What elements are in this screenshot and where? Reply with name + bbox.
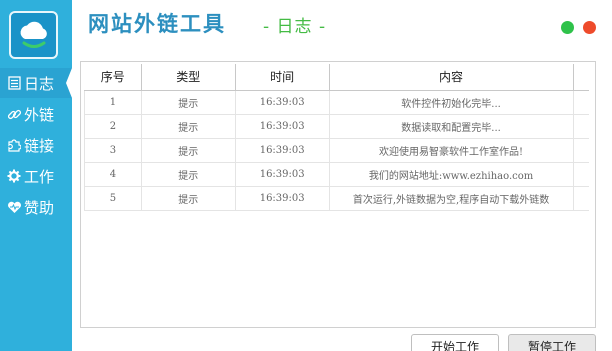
cell-spacer — [573, 114, 589, 139]
cell-spacer — [573, 186, 589, 211]
cell-type: 提示 — [141, 114, 236, 139]
puzzle-icon — [6, 137, 22, 153]
table-row[interactable]: 5 提示 16:39:03 首次运行,外链数据为空,程序自动下载外链数 — [84, 186, 589, 211]
close-button[interactable] — [583, 21, 596, 34]
cell-spacer — [573, 162, 589, 187]
column-header-spacer — [573, 64, 589, 91]
sidebar-item-label: 链接 — [24, 136, 55, 155]
minimize-button[interactable] — [561, 21, 574, 34]
cell-type: 提示 — [141, 138, 236, 163]
pause-work-button[interactable]: 暂停工作 — [508, 334, 596, 351]
cell-type: 提示 — [141, 162, 236, 187]
cell-index: 2 — [84, 114, 142, 139]
table-row[interactable]: 4 提示 16:39:03 我们的网站地址:www.ezhihao.com — [84, 162, 589, 187]
sidebar-item-work[interactable]: 工作 — [0, 161, 72, 191]
sidebar-item-log[interactable]: 日志 — [0, 68, 72, 98]
page-subtitle: - 日志 - — [263, 17, 327, 37]
column-header-content[interactable]: 内容 — [329, 64, 574, 91]
table-row[interactable]: 1 提示 16:39:03 软件控件初始化完毕... — [84, 90, 589, 115]
log-panel: 序号 类型 时间 内容 1 提示 16:39:03 软件控件初始化完毕... 2… — [80, 61, 596, 328]
column-header-index[interactable]: 序号 — [84, 64, 142, 91]
cell-type: 提示 — [141, 90, 236, 115]
cell-content: 欢迎使用易智豪软件工作室作品! — [329, 138, 574, 163]
sidebar-item-label: 赞助 — [24, 198, 55, 217]
cell-time: 16:39:03 — [235, 186, 330, 211]
sidebar-item-label: 日志 — [24, 74, 55, 93]
cell-time: 16:39:03 — [235, 90, 330, 115]
link-icon — [6, 106, 22, 122]
cell-type: 提示 — [141, 186, 236, 211]
log-table: 序号 类型 时间 内容 1 提示 16:39:03 软件控件初始化完毕... 2… — [84, 64, 589, 211]
sidebar-item-label: 工作 — [24, 167, 55, 186]
cell-index: 4 — [84, 162, 142, 187]
sidebar-item-external-links[interactable]: 外链 — [0, 99, 72, 129]
sidebar-item-links[interactable]: 链接 — [0, 130, 72, 160]
cell-index: 1 — [84, 90, 142, 115]
app-title: 网站外链工具 — [88, 12, 226, 36]
cell-time: 16:39:03 — [235, 114, 330, 139]
cell-index: 5 — [84, 186, 142, 211]
sidebar-item-sponsor[interactable]: 赞助 — [0, 192, 72, 222]
cell-content: 数据读取和配置完毕... — [329, 114, 574, 139]
app-logo — [9, 11, 58, 59]
table-row[interactable]: 3 提示 16:39:03 欢迎使用易智豪软件工作室作品! — [84, 138, 589, 163]
cell-index: 3 — [84, 138, 142, 163]
cell-content: 软件控件初始化完毕... — [329, 90, 574, 115]
start-work-button[interactable]: 开始工作 — [411, 334, 499, 351]
table-header-row: 序号 类型 时间 内容 — [84, 64, 589, 91]
cell-content: 首次运行,外链数据为空,程序自动下载外链数 — [329, 186, 574, 211]
cell-time: 16:39:03 — [235, 162, 330, 187]
sidebar: 日志 外链 链接 工作 赞助 — [0, 0, 72, 351]
sidebar-item-label: 外链 — [24, 105, 55, 124]
cloud-icon — [20, 21, 47, 48]
table-row[interactable]: 2 提示 16:39:03 数据读取和配置完毕... — [84, 114, 589, 139]
log-icon — [6, 75, 22, 91]
column-header-time[interactable]: 时间 — [235, 64, 330, 91]
cell-spacer — [573, 90, 589, 115]
cell-time: 16:39:03 — [235, 138, 330, 163]
gear-icon — [6, 168, 22, 184]
cell-content: 我们的网站地址:www.ezhihao.com — [329, 162, 574, 187]
heart-icon — [6, 199, 22, 215]
column-header-type[interactable]: 类型 — [141, 64, 236, 91]
cell-spacer — [573, 138, 589, 163]
